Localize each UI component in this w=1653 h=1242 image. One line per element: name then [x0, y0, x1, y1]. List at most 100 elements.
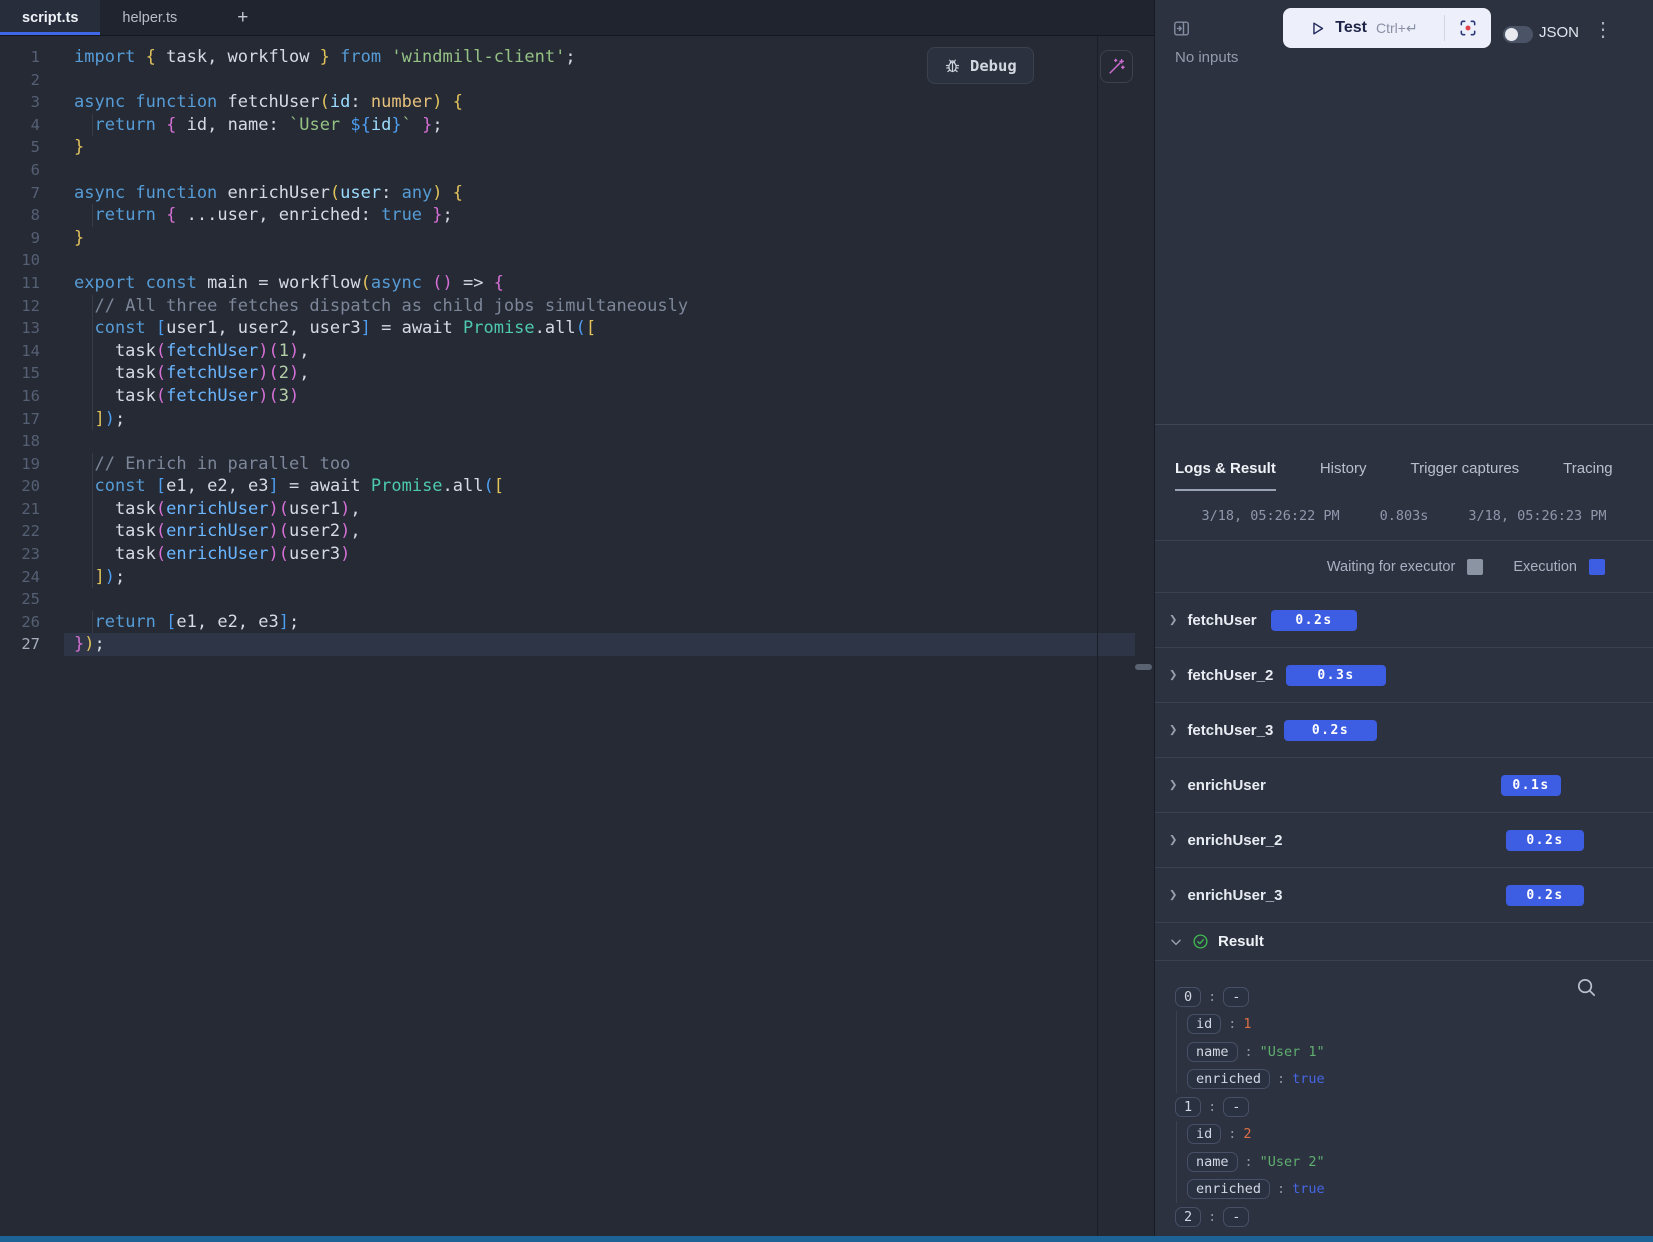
task-row-fetchUser_3[interactable]: ❯fetchUser_30.2s [1155, 703, 1653, 758]
magic-wand-icon [1107, 57, 1126, 76]
chevron-down-icon [1169, 935, 1183, 949]
editor-scrollbar-thumb[interactable] [1135, 664, 1152, 670]
code-text: task(fetchUser)(2), [40, 362, 310, 385]
code-line: 8 return { ...user, enriched: true }; [0, 204, 1135, 227]
code-text: import { task, workflow } from 'windmill… [40, 46, 576, 69]
code-text: }); [40, 633, 105, 656]
indent-guide [92, 362, 93, 385]
editor-tab-helper.ts[interactable]: helper.ts [100, 0, 199, 35]
line-number: 8 [0, 204, 40, 227]
duration-badge[interactable]: 0.3s [1286, 665, 1386, 686]
code-editor[interactable]: 1import { task, workflow } from 'windmil… [0, 36, 1154, 1242]
test-button[interactable]: Test Ctrl+↵ [1283, 19, 1444, 37]
chevron-right-icon[interactable]: ❯ [1169, 667, 1177, 683]
line-number: 10 [0, 249, 40, 272]
code-line: 20 const [e1, e2, e3] = await Promise.al… [0, 475, 1135, 498]
bottom-resize-bar[interactable] [0, 1236, 1653, 1242]
tab-tracing[interactable]: Tracing [1563, 460, 1612, 491]
chevron-right-icon[interactable]: ❯ [1169, 887, 1177, 903]
capture-scope-button[interactable] [1445, 18, 1491, 38]
task-row-fetchUser[interactable]: ❯ fetchUser 0.2s [1155, 593, 1653, 648]
line-number: 22 [0, 520, 40, 543]
task-name: fetchUser [1187, 612, 1256, 629]
indent-guide [92, 204, 93, 227]
json-key-pill[interactable]: name [1187, 1152, 1238, 1172]
logs-tabbar: Logs & Result History Trigger captures Trac… [1155, 425, 1653, 491]
json-key-pill[interactable]: 1 [1175, 1097, 1201, 1117]
json-key-pill[interactable]: 2 [1175, 1207, 1201, 1227]
code-line: 21 task(enrichUser)(user1), [0, 498, 1135, 521]
more-options-icon[interactable]: ⋮ [1593, 20, 1613, 40]
duration-badge[interactable]: 0.1s [1501, 775, 1561, 796]
duration-badge[interactable]: 0.2s [1506, 885, 1584, 906]
inputs-section: No inputs Test Ctrl+↵ [1155, 0, 1653, 424]
json-key-pill[interactable]: id [1187, 1014, 1221, 1034]
json-value: true [1292, 1181, 1325, 1197]
code-text [40, 588, 74, 611]
json-key-pill[interactable]: enriched [1187, 1179, 1270, 1199]
chevron-right-icon[interactable]: ❯ [1169, 777, 1177, 793]
tab-history[interactable]: History [1320, 460, 1367, 491]
search-result-icon[interactable] [1575, 976, 1598, 1003]
debug-button-label: Debug [970, 57, 1017, 75]
duration-badge[interactable]: 0.2s [1284, 720, 1377, 741]
duration-badge[interactable]: 0.2s [1271, 610, 1357, 631]
json-row: id:2 [1187, 1121, 1653, 1149]
code-line: 19 // Enrich in parallel too [0, 453, 1135, 476]
json-colon: : [1277, 1071, 1285, 1087]
json-value: "User 2" [1260, 1154, 1325, 1170]
result-header[interactable]: Result [1155, 923, 1653, 961]
json-key-pill[interactable]: 0 [1175, 987, 1201, 1007]
chevron-right-icon[interactable]: ❯ [1169, 722, 1177, 738]
json-collapse-toggle[interactable]: - [1223, 987, 1249, 1007]
json-value: 1 [1243, 1016, 1251, 1032]
code-line: 6 [0, 159, 1135, 182]
json-key-pill[interactable]: name [1187, 1042, 1238, 1062]
json-collapse-toggle[interactable]: - [1223, 1097, 1249, 1117]
legend-label: Waiting for executor [1327, 559, 1455, 575]
line-number: 1 [0, 46, 40, 69]
json-key-pill[interactable]: id [1187, 1124, 1221, 1144]
scope-target-icon [1458, 18, 1478, 38]
json-key-pill[interactable]: enriched [1187, 1069, 1270, 1089]
indent-guide [92, 295, 93, 318]
code-line: 17 ]); [0, 408, 1135, 431]
code-text: task(fetchUser)(1), [40, 340, 310, 363]
line-number: 14 [0, 340, 40, 363]
json-colon: : [1277, 1181, 1285, 1197]
code-text [40, 430, 74, 453]
play-icon [1309, 20, 1326, 37]
tab-trigger-captures[interactable]: Trigger captures [1411, 460, 1520, 491]
indent-guide [92, 520, 93, 543]
duration-badge[interactable]: 0.2s [1506, 830, 1584, 851]
editor-tab-script.ts[interactable]: script.ts [0, 0, 100, 35]
code-line: 22 task(enrichUser)(user2), [0, 520, 1135, 543]
line-number: 7 [0, 182, 40, 205]
debug-button[interactable]: Debug [927, 47, 1034, 84]
code-text: return { ...user, enriched: true }; [40, 204, 453, 227]
chevron-right-icon[interactable]: ❯ [1169, 832, 1177, 848]
code-line: 23 task(enrichUser)(user3) [0, 543, 1135, 566]
code-line: 10 [0, 249, 1135, 272]
task-row-enrichUser_2[interactable]: ❯enrichUser_20.2s [1155, 813, 1653, 868]
code-line: 7async function enrichUser(user: any) { [0, 182, 1135, 205]
chevron-right-icon[interactable]: ❯ [1169, 612, 1177, 628]
task-row-enrichUser_3[interactable]: ❯enrichUser_30.2s [1155, 868, 1653, 923]
code-line: 12 // All three fetches dispatch as chil… [0, 295, 1135, 318]
legend-swatch [1467, 559, 1483, 575]
tab-logs-result[interactable]: Logs & Result [1175, 460, 1276, 491]
code-line: 27}); [0, 633, 1135, 656]
json-colon: : [1245, 1044, 1253, 1060]
code-text: return { id, name: `User ${id}` }; [40, 114, 443, 137]
json-collapse-toggle[interactable]: - [1223, 1207, 1249, 1227]
line-number: 23 [0, 543, 40, 566]
json-row: enriched:true [1187, 1066, 1653, 1094]
test-panel: No inputs Test Ctrl+↵ [1154, 0, 1653, 1242]
task-row-fetchUser_2[interactable]: ❯fetchUser_20.3s [1155, 648, 1653, 703]
ai-wand-button[interactable] [1100, 50, 1133, 83]
collapse-panel-icon[interactable] [1172, 19, 1191, 43]
task-row-enrichUser[interactable]: ❯enrichUser0.1s [1155, 758, 1653, 813]
json-toggle[interactable] [1503, 26, 1533, 43]
indent-guide [92, 453, 93, 476]
new-tab-button[interactable]: + [227, 0, 258, 35]
